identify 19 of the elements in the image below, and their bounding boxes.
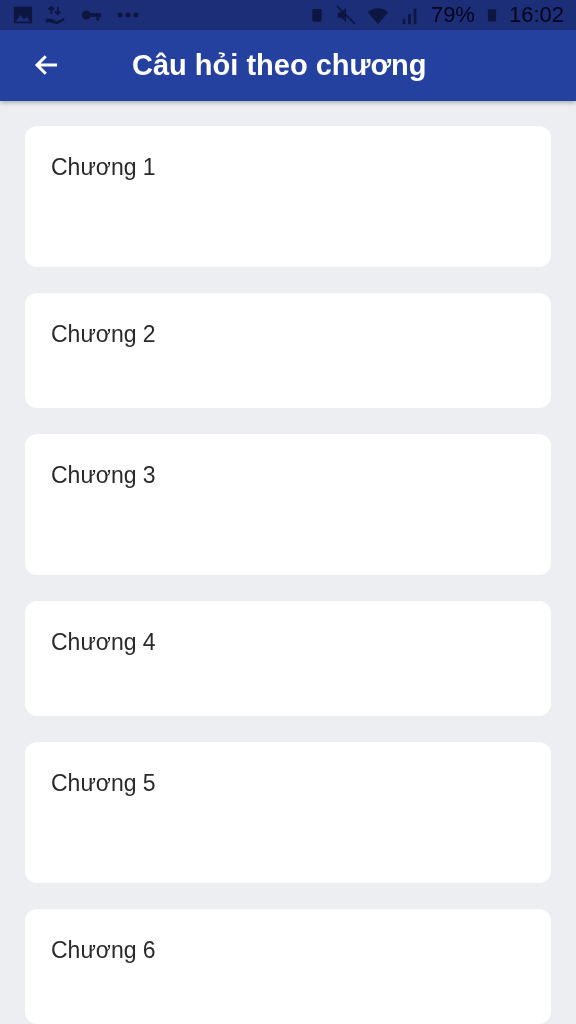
chapter-label: Chương 5 [51, 770, 156, 796]
screen-title: Câu hỏi theo chương [132, 49, 427, 82]
chapter-label: Chương 4 [51, 629, 156, 655]
image-icon [12, 4, 34, 26]
chapter-label: Chương 2 [51, 321, 156, 347]
chapter-card[interactable]: Chương 2 [25, 293, 551, 408]
chapter-card[interactable]: Chương 1 [25, 126, 551, 267]
chapter-label: Chương 6 [51, 937, 156, 963]
chapter-card[interactable]: Chương 5 [25, 742, 551, 883]
chapter-label: Chương 3 [51, 462, 156, 488]
mute-icon [334, 4, 357, 26]
chapter-card[interactable]: Chương 4 [25, 601, 551, 716]
more-icon [116, 12, 140, 18]
hand-icon [44, 4, 66, 26]
chapter-card[interactable]: Chương 6 [25, 909, 551, 1024]
chapter-card[interactable]: Chương 3 [25, 434, 551, 575]
clock: 16:02 [508, 2, 564, 28]
chapter-label: Chương 1 [51, 154, 156, 180]
battery-percent: 79% [430, 2, 475, 28]
